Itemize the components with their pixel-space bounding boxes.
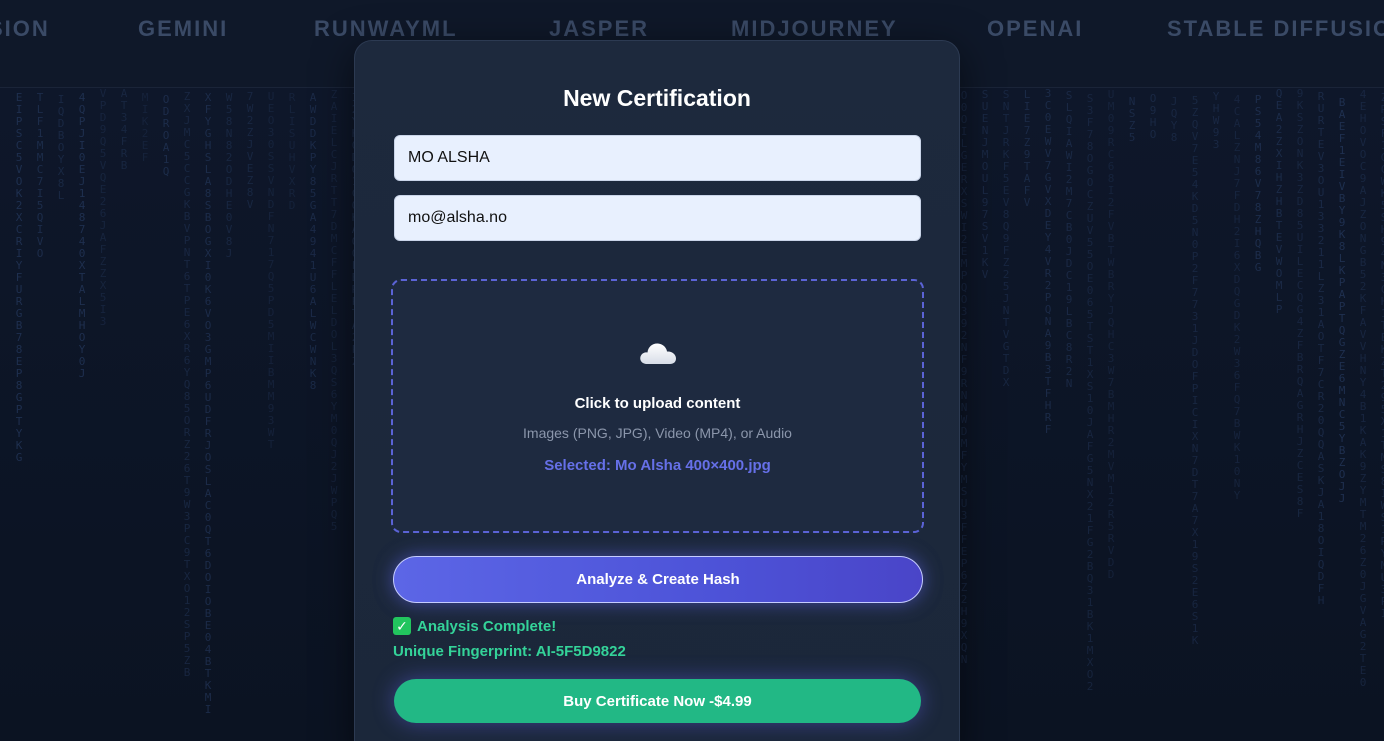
matrix-column: 3C0EWV7GVXDEY4VR2PQNA9B3TFHRF (1044, 88, 1052, 436)
brand-item: OPENAI (987, 16, 1084, 41)
buy-certificate-button[interactable]: Buy Certificate Now -$4.99 (394, 679, 921, 723)
matrix-column: PS54M86V78ZHQBG (1254, 93, 1262, 274)
analyze-button[interactable]: Analyze & Create Hash (393, 556, 923, 603)
brand-item: MIDJOURNEY (731, 16, 898, 41)
matrix-column: 7W2ZJVEZ8V (246, 90, 254, 211)
upload-dropzone[interactable]: Click to upload content Images (PNG, JPG… (391, 279, 924, 533)
selected-file: Selected: Mo Alsha 400×400.jpg (544, 457, 771, 474)
matrix-column: BAEF1EIVBY9K8LKPAPTQGZE6MNC5YBZOJJ (1338, 96, 1346, 505)
matrix-column: TLF1MMC7I5QIVO (36, 91, 44, 260)
matrix-column: 4EHOVOC9AJZONGB52KFAVVHNY4B1KAK9ZYMTM26Z… (1359, 88, 1367, 689)
matrix-column: IQDBOYX8L (57, 93, 65, 202)
brand-item: RUNWAYML (314, 16, 458, 41)
matrix-column: 4QPJI0EJ148740XTALMHOY0J (78, 91, 86, 380)
matrix-column: 4CALZNJ7FDH2I6XDQGDK2W36FQ7BWK10NY (1233, 93, 1241, 502)
card-title: New Certification (563, 85, 751, 111)
upload-title: Click to upload content (574, 395, 741, 412)
brand-item: SION (0, 16, 50, 41)
matrix-column: W58N82ODHE0V8J (225, 91, 233, 260)
matrix-column: VPD9Q5VQE26JAFZZX5I3 (99, 88, 107, 328)
brand-item: STABLE DIFFUSIO (1167, 16, 1384, 41)
matrix-column: ZRSF1GCWK5SH94N3CH1TEKZT295X1TMS8IWS1RYM… (1379, 92, 1384, 620)
matrix-column: UM09RC68I2FVBTWBRYJQHC3W7BMHR2MVM12R5RVD… (1107, 88, 1115, 581)
matrix-column: LIE7Z9TAFV (1023, 88, 1031, 209)
matrix-column: EIPSC5VOK2XCRIYFURGB78EP8GPTYKG (15, 91, 23, 464)
cloud-icon (639, 343, 676, 364)
fingerprint-text: Unique Fingerprint: AI-5F5D9822 (393, 643, 626, 660)
matrix-column: 5ZQV7E54KD5N0P2F7731JDOFPICIXN7DT7A7X19S… (1191, 94, 1199, 647)
matrix-column: RURTEV3OU133211LZ31AOTF7CR20QQASKJA18OIQ… (1317, 90, 1325, 607)
matrix-column: NSZ5 (1128, 95, 1136, 144)
check-icon: ✓ (393, 617, 411, 635)
matrix-column: SUENJMOUL97SV1KV (981, 88, 989, 281)
upload-hint: Images (PNG, JPG), Video (MP4), or Audio (523, 425, 792, 441)
brand-item: GEMINI (138, 16, 229, 41)
matrix-column: ZAIELCJRTT7DMCFFLELDOL3QS6YM0QJ2JWPQ5 (330, 88, 338, 533)
brand-item: JASPER (549, 16, 650, 41)
matrix-column: ZXJMC5CCGKBVPNT6TPE6XR6YQ85ORZ26T9W3PC9T… (183, 90, 191, 679)
matrix-column: S3F78OGOCZUV55OE065TST1XS10JAFG5NX21FG2B… (1086, 92, 1094, 693)
matrix-column: SLQIAWI2M7CB0JDC19LBC8R2N (1065, 89, 1073, 390)
matrix-column: JQY8 (1170, 95, 1178, 144)
matrix-column: RLISUHVXRD (288, 91, 296, 212)
matrix-column: YHW93 (1212, 90, 1220, 151)
name-input[interactable] (394, 135, 921, 181)
matrix-column: O0OILGERXSWI2EMPQO392NF9RNNWDMFYMSU3FFEP… (960, 89, 968, 666)
matrix-column: QEA2ZXIHZHBTEVWOMLP (1275, 88, 1283, 316)
matrix-column: O9HO (1149, 92, 1157, 141)
matrix-column: AT34FRB (120, 88, 128, 172)
matrix-column: SNTJRKF5EV8Q9FZ25JNTVGTDX (1002, 88, 1010, 389)
matrix-column: MIK2EF (141, 91, 149, 164)
email-input[interactable] (394, 195, 921, 241)
status-text: Analysis Complete! (417, 617, 557, 635)
matrix-column: UEO30SSVNDFN717Q5PD5MIIBMM93WT (267, 90, 275, 451)
matrix-column: AWDDKPY85GA4941U6ALWCWNK8 (309, 91, 317, 392)
matrix-column: XFYGHSLA8SBOGXI0K6VO3GMP6UDFRJOSLAC0QT6D… (204, 91, 212, 716)
matrix-column: 9KSZONK3ZD85UILECQG4ZFBRQAGRHJZCES8F (1296, 88, 1304, 520)
certification-card: New Certification Click to upload conten… (354, 40, 960, 741)
analysis-status: ✓ Analysis Complete! (393, 617, 556, 635)
matrix-column: ODROA1Q (162, 93, 170, 178)
